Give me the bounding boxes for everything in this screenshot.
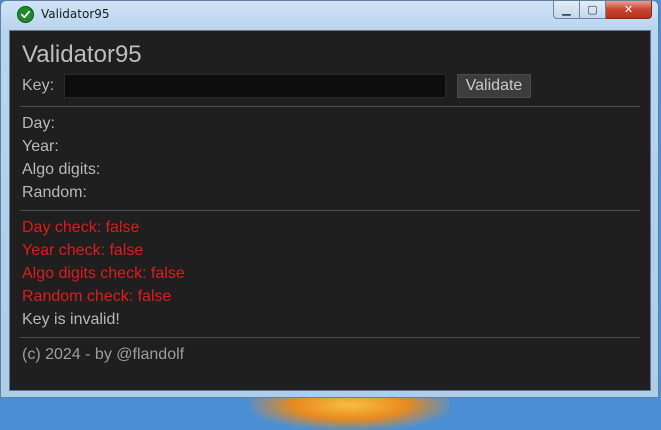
title-bar[interactable]: Validator95 ▁ ▢ ✕ [1,1,658,29]
random-check-status: Random check: false [22,288,172,305]
key-input[interactable] [64,74,446,98]
validate-button[interactable]: Validate [457,74,531,98]
random-field-label: Random: [22,184,87,201]
algo-digits-check-status: Algo digits check: false [22,265,185,282]
day-check-status: Day check: false [22,219,140,236]
client-area: Validator95 Key: Validate Day: Year: Alg… [9,30,651,391]
page-title: Validator95 [22,41,142,68]
year-field-label: Year: [22,138,59,155]
day-field-label: Day: [22,115,55,132]
key-label: Key: [22,77,55,94]
close-button[interactable]: ✕ [606,1,652,19]
divider [20,337,640,338]
footer-credit: (c) 2024 - by @flandolf [22,346,185,363]
algo-digits-field-label: Algo digits: [22,161,101,178]
validation-result: Key is invalid! [22,311,120,328]
close-icon: ✕ [623,3,634,16]
window-title: Validator95 [41,7,110,21]
year-check-status: Year check: false [22,242,144,259]
divider [20,210,640,211]
check-circle-icon [17,6,34,23]
app-window: Validator95 ▁ ▢ ✕ Validator95 Key: Valid… [0,0,659,398]
divider [20,106,640,107]
minimize-button[interactable]: ▁ [553,1,580,19]
window-controls: ▁ ▢ ✕ [553,1,652,19]
minimize-icon: ▁ [562,3,571,16]
maximize-icon: ▢ [587,3,598,16]
maximize-button[interactable]: ▢ [580,1,606,19]
